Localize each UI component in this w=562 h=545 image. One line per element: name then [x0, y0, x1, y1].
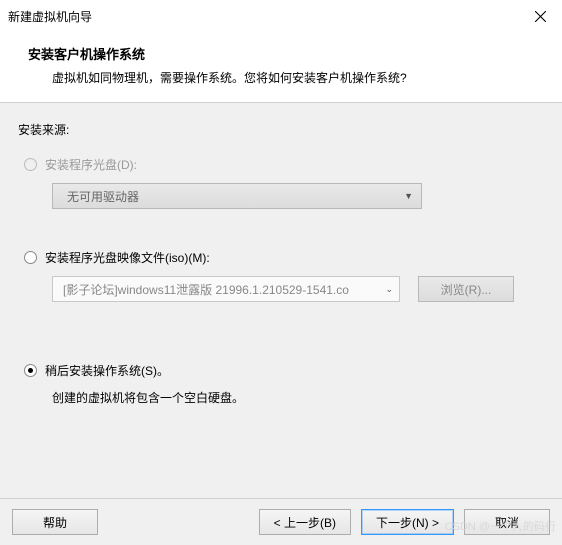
- next-button[interactable]: 下一步(N) >: [361, 509, 454, 535]
- radio-installer-disc: 安装程序光盘(D):: [24, 156, 544, 173]
- close-icon: [535, 11, 546, 22]
- header-title: 安装客户机操作系统: [28, 44, 534, 63]
- next-button-label: 下一步(N) >: [376, 514, 439, 531]
- browse-button: 浏览(R)...: [418, 276, 514, 302]
- install-later-hint: 创建的虚拟机将包含一个空白硬盘。: [52, 389, 544, 406]
- radio-icon: [24, 251, 37, 264]
- drive-dropdown: 无可用驱动器 ▼: [52, 183, 422, 209]
- wizard-footer: 帮助 < 上一步(B) 下一步(N) > 取消: [0, 498, 562, 545]
- back-button[interactable]: < 上一步(B): [259, 509, 351, 535]
- source-label: 安装来源:: [18, 121, 544, 138]
- radio-icon: [24, 158, 37, 171]
- close-button[interactable]: [518, 4, 562, 28]
- iso-path-value: [影子论坛]windows11泄露版 21996.1.210529-1541.c…: [63, 281, 349, 298]
- browse-button-label: 浏览(R)...: [441, 281, 492, 298]
- cancel-button-label: 取消: [495, 514, 519, 531]
- radio-icon: [24, 364, 37, 377]
- radio-install-later[interactable]: 稍后安装操作系统(S)。: [24, 362, 544, 379]
- radio-iso-file-label: 安装程序光盘映像文件(iso)(M):: [45, 249, 210, 266]
- wizard-header: 安装客户机操作系统 虚拟机如同物理机，需要操作系统。您将如何安装客户机操作系统?: [0, 32, 562, 102]
- drive-dropdown-value: 无可用驱动器: [67, 188, 139, 205]
- chevron-down-icon: ▼: [404, 191, 413, 201]
- cancel-button[interactable]: 取消: [464, 509, 550, 535]
- window-title: 新建虚拟机向导: [8, 8, 92, 25]
- radio-installer-disc-label: 安装程序光盘(D):: [45, 156, 137, 173]
- chevron-down-icon: ⌄: [385, 284, 393, 295]
- iso-path-input: [影子论坛]windows11泄露版 21996.1.210529-1541.c…: [52, 276, 400, 302]
- help-button-label: 帮助: [43, 514, 67, 531]
- help-button[interactable]: 帮助: [12, 509, 98, 535]
- titlebar: 新建虚拟机向导: [0, 0, 562, 32]
- radio-install-later-label: 稍后安装操作系统(S)。: [45, 362, 169, 379]
- option-group: 安装程序光盘(D): 无可用驱动器 ▼ 安装程序光盘映像文件(iso)(M): …: [24, 156, 544, 406]
- content-area: 安装来源: 安装程序光盘(D): 无可用驱动器 ▼ 安装程序光盘映像文件(iso…: [0, 103, 562, 498]
- header-subtitle: 虚拟机如同物理机，需要操作系统。您将如何安装客户机操作系统?: [28, 69, 534, 86]
- radio-iso-file[interactable]: 安装程序光盘映像文件(iso)(M):: [24, 249, 544, 266]
- back-button-label: < 上一步(B): [274, 514, 336, 531]
